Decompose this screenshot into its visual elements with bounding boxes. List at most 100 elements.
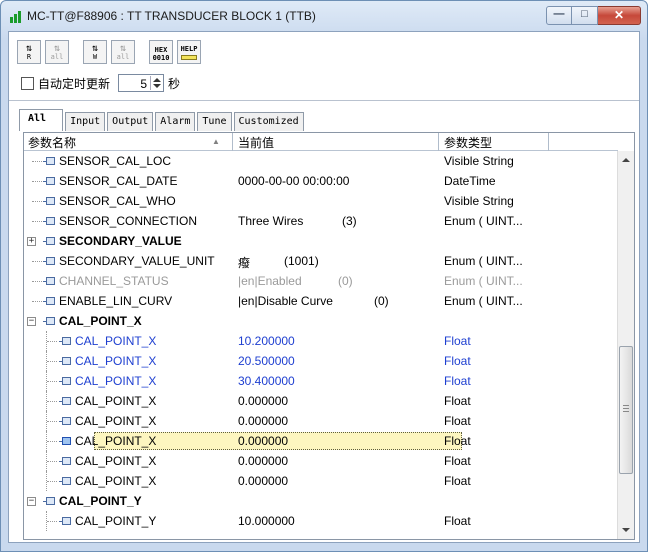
parameter-name: CHANNEL_STATUS	[59, 274, 169, 288]
parameter-value[interactable]: 30.400000	[238, 374, 295, 388]
spinner-arrows[interactable]	[150, 76, 162, 90]
parameter-value[interactable]: 0.000000	[238, 394, 288, 408]
read-button-label: R	[26, 53, 32, 61]
table-row[interactable]: CAL_POINT_X 20.500000 Float	[24, 351, 618, 371]
auto-refresh-row: 自动定时更新 5 秒	[21, 74, 180, 92]
parameter-icon	[59, 417, 71, 425]
table-row[interactable]: CHANNEL_STATUS |en|Enabled (0) Enum ( UINT.…	[24, 271, 618, 291]
parameter-value[interactable]: 0.000000	[238, 454, 288, 468]
parameter-value[interactable]: 癈	[238, 254, 250, 271]
table-row[interactable]: SENSOR_CAL_WHO Visible String	[24, 191, 618, 211]
expand-icon[interactable]: +	[27, 237, 36, 246]
table-row[interactable]: CAL_POINT_Y 10.000000 Float	[24, 511, 618, 531]
table-row[interactable]: SENSOR_CAL_LOC Visible String	[24, 151, 618, 171]
tab-alarm[interactable]: Alarm	[155, 112, 196, 131]
hex-button-label: HEX	[154, 46, 168, 54]
tab-all[interactable]: All	[19, 109, 64, 131]
table-row[interactable]: SENSOR_CAL_DATE 0000-00-00 00:00:00 DateTi…	[24, 171, 618, 191]
parameter-value[interactable]: 0.000000	[238, 434, 288, 448]
table-row[interactable]: − CAL_POINT_Y	[24, 491, 618, 511]
parameter-value[interactable]: 0000-00-00 00:00:00	[238, 174, 349, 188]
tab-tune[interactable]: Tune	[197, 112, 232, 131]
column-header-value[interactable]: 当前值	[238, 134, 274, 151]
parameter-window: MC-TT@F88906 : TT TRANSDUCER BLOCK 1 (TT…	[0, 0, 648, 552]
spin-down-icon[interactable]	[153, 84, 162, 88]
table-row[interactable]: − CAL_POINT_X	[24, 311, 618, 331]
tree-connector	[24, 431, 57, 451]
table-row[interactable]: SENSOR_CONNECTION Three Wires (3) Enum ( UI…	[24, 211, 618, 231]
window-controls: — □ ✕	[546, 6, 641, 25]
spin-up-icon[interactable]	[153, 78, 162, 82]
parameter-icon	[43, 217, 55, 225]
table-row[interactable]: CAL_POINT_X 30.400000 Float	[24, 371, 618, 391]
parameter-value[interactable]: 20.500000	[238, 354, 295, 368]
table-row[interactable]: CAL_POINT_X 0.000000 Float	[24, 471, 618, 491]
column-header-name[interactable]: 参数名称	[28, 134, 76, 151]
collapse-icon[interactable]: −	[27, 317, 36, 326]
help-button[interactable]: HELP	[177, 40, 201, 64]
parameter-value[interactable]: 0.000000	[238, 474, 288, 488]
table-row[interactable]: SECONDARY_VALUE_UNIT 癈 (1001) Enum ( UINT..…	[24, 251, 618, 271]
parameter-icon	[43, 177, 55, 185]
parameter-icon	[59, 377, 71, 385]
tree-connector	[24, 451, 57, 471]
parameter-type: Float	[444, 514, 471, 528]
minimize-button[interactable]: —	[546, 6, 572, 25]
divider	[9, 100, 639, 101]
collapse-icon[interactable]: −	[27, 497, 36, 506]
hex-button[interactable]: HEX 0010	[149, 40, 173, 64]
parameter-type: Float	[444, 414, 471, 428]
vertical-scrollbar[interactable]	[617, 151, 634, 539]
maximize-button[interactable]: □	[572, 6, 598, 25]
parameter-value[interactable]: |en|Disable Curve	[238, 294, 333, 308]
minimize-icon: —	[553, 8, 565, 20]
parameter-icon	[59, 517, 71, 525]
write-all-icon: ⇅	[119, 43, 127, 54]
write-button[interactable]: ⇅ W	[83, 40, 107, 64]
write-icon: ⇅	[91, 43, 99, 54]
table-row[interactable]: CAL_POINT_X 0.000000 Float	[24, 431, 618, 451]
grid-header: 参数名称 ▲ 当前值 参数类型	[24, 133, 618, 151]
parameter-type: DateTime	[444, 174, 496, 188]
auto-refresh-checkbox[interactable]	[21, 76, 34, 90]
read-all-button[interactable]: ⇅ all	[45, 40, 69, 64]
parameter-type: Visible String	[444, 194, 514, 208]
tab-output[interactable]: Output	[107, 112, 154, 131]
scroll-up-icon[interactable]	[622, 158, 630, 162]
table-row[interactable]: ENABLE_LIN_CURV |en|Disable Curve (0) Enum …	[24, 291, 618, 311]
tree-connector	[24, 351, 57, 371]
tab-input[interactable]: Input	[65, 112, 106, 131]
close-icon: ✕	[613, 8, 625, 22]
parameter-value[interactable]: 10.000000	[238, 514, 295, 528]
scroll-down-icon[interactable]	[622, 528, 630, 532]
parameter-icon	[59, 397, 71, 405]
parameter-value[interactable]: 0.000000	[238, 414, 288, 428]
parameter-name: CAL_POINT_X	[75, 334, 157, 348]
window-title: MC-TT@F88906 : TT TRANSDUCER BLOCK 1 (TT…	[27, 9, 316, 23]
parameter-icon	[59, 357, 71, 365]
parameter-value[interactable]: 10.200000	[238, 334, 295, 348]
column-header-type[interactable]: 参数类型	[444, 134, 492, 151]
table-row[interactable]: CAL_POINT_X 0.000000 Float	[24, 451, 618, 471]
refresh-interval-spinner[interactable]: 5	[118, 74, 165, 92]
parameter-name: CAL_POINT_Y	[59, 494, 142, 508]
title-bar[interactable]: MC-TT@F88906 : TT TRANSDUCER BLOCK 1 (TT…	[1, 1, 647, 31]
read-button[interactable]: ⇅ R	[17, 40, 41, 64]
table-row[interactable]: CAL_POINT_X 10.200000 Float	[24, 331, 618, 351]
parameter-name: SENSOR_CONNECTION	[59, 214, 198, 228]
parameter-icon	[43, 157, 55, 165]
close-button[interactable]: ✕	[598, 6, 641, 25]
tree-connector	[24, 331, 57, 351]
tab-customized[interactable]: Customized	[233, 112, 304, 131]
parameter-icon	[43, 197, 55, 205]
parameter-value[interactable]: Three Wires	[238, 214, 303, 228]
parameter-value[interactable]: |en|Enabled	[238, 274, 302, 288]
write-button-label: W	[92, 53, 98, 61]
write-all-button[interactable]: ⇅ all	[111, 40, 135, 64]
table-row[interactable]: CAL_POINT_X 0.000000 Float	[24, 391, 618, 411]
scroll-thumb[interactable]	[619, 346, 633, 474]
parameter-name: CAL_POINT_Y	[75, 514, 157, 528]
enum-code: (1001)	[284, 254, 319, 268]
table-row[interactable]: CAL_POINT_X 0.000000 Float	[24, 411, 618, 431]
table-row[interactable]: + SECONDARY_VALUE	[24, 231, 618, 251]
